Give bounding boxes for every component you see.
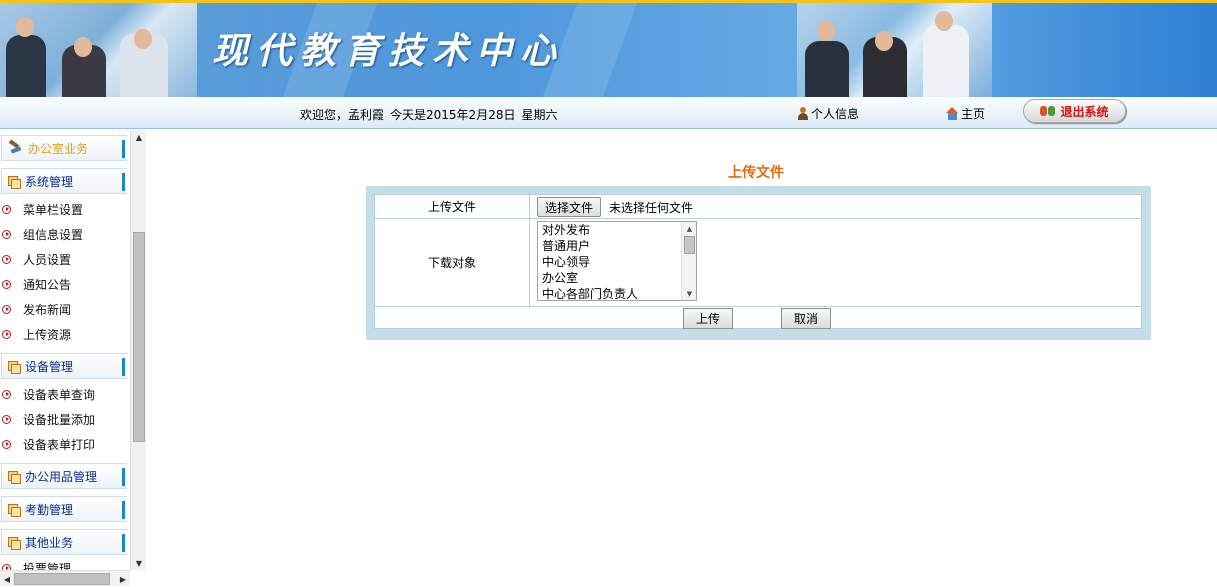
sidebar-horizontal-scrollbar[interactable]: ◀ ▶ [0, 570, 130, 586]
sidebar-section-office[interactable]: 办公室业务 [1, 135, 127, 161]
logout-button[interactable]: 退出系统 [1023, 99, 1126, 123]
folder-icon [8, 536, 21, 550]
target-option[interactable]: 中心各部门负责人 [538, 286, 696, 300]
logout-label: 退出系统 [1060, 104, 1109, 119]
scroll-up-arrow-icon[interactable]: ▲ [131, 130, 146, 144]
target-option[interactable]: 对外发布 [538, 222, 696, 238]
choose-file-button[interactable]: 选择文件 [537, 197, 602, 217]
welcome-text: 欢迎您，孟利霞 今天是2015年2月28日 星期六 [300, 106, 563, 123]
upload-file-row: 上传文件 选择文件 未选择任何文件 [375, 195, 1141, 219]
banner-photo-right [797, 3, 992, 97]
banner-photo-left [0, 3, 197, 97]
action-row: 上传 取消 [375, 307, 1141, 330]
folder-icon [8, 360, 21, 374]
arrow-icon [2, 439, 11, 449]
target-option[interactable]: 办公室 [538, 270, 696, 286]
sidebar-item-upload-resources[interactable]: 上传资源 [2, 324, 71, 344]
download-target-label: 下载对象 [375, 219, 530, 306]
listbox-scroll-up-icon[interactable]: ▲ [682, 222, 696, 235]
folder-icon [8, 470, 21, 484]
users-icon [1040, 105, 1056, 117]
sidebar-item-publish-news[interactable]: 发布新闻 [2, 299, 71, 319]
page-title: 上传文件 [728, 165, 784, 181]
info-bar: 欢迎您，孟利霞 今天是2015年2月28日 星期六 个人信息 主页 退出系统 [0, 97, 1217, 129]
arrow-icon [2, 229, 11, 239]
sidebar-section-attendance[interactable]: 考勤管理 [1, 496, 127, 522]
upload-form-table: 上传文件 选择文件 未选择任何文件 下载对象 对外发布 普通用户 中心领导 办公… [374, 194, 1142, 329]
weekday: 星期六 [521, 108, 558, 122]
arrow-icon [2, 204, 11, 214]
sidebar-vertical-scrollbar[interactable]: ▲ ▼ [130, 130, 146, 570]
download-target-row: 下载对象 对外发布 普通用户 中心领导 办公室 中心各部门负责人 ▲ ▼ [375, 219, 1141, 307]
sidebar-item-device-batch-add[interactable]: 设备批量添加 [2, 409, 95, 429]
sidebar-menu: 办公室业务 系统管理 菜单栏设置 组信息设置 人员设置 通知公告 发布新闻 上传… [0, 130, 130, 570]
sidebar-item-user-settings[interactable]: 人员设置 [2, 249, 71, 269]
sidebar-item-device-query[interactable]: 设备表单查询 [2, 384, 95, 404]
sidebar-item-group-settings[interactable]: 组信息设置 [2, 224, 83, 244]
date-text: 今天是2015年2月28日 [390, 108, 516, 122]
greeting: 欢迎您，孟利霞 [300, 108, 385, 122]
target-option[interactable]: 中心领导 [538, 254, 696, 270]
upload-button[interactable]: 上传 [683, 308, 733, 329]
arrow-icon [2, 279, 11, 289]
arrow-icon [2, 389, 11, 399]
sidebar: 办公室业务 系统管理 菜单栏设置 组信息设置 人员设置 通知公告 发布新闻 上传… [0, 130, 146, 587]
target-option[interactable]: 普通用户 [538, 238, 696, 254]
tools-icon [8, 142, 22, 154]
sidebar-item-device-print[interactable]: 设备表单打印 [2, 434, 95, 454]
sidebar-item-notices[interactable]: 通知公告 [2, 274, 71, 294]
sidebar-section-system[interactable]: 系统管理 [1, 168, 127, 194]
file-status-text: 未选择任何文件 [609, 201, 694, 215]
scroll-down-arrow-icon[interactable]: ▼ [131, 556, 146, 570]
personal-info-link[interactable]: 个人信息 [797, 105, 859, 122]
download-target-listbox[interactable]: 对外发布 普通用户 中心领导 办公室 中心各部门负责人 ▲ ▼ [537, 221, 697, 301]
arrow-icon [2, 254, 11, 264]
listbox-scroll-thumb[interactable] [684, 236, 695, 254]
person-icon [797, 107, 809, 120]
upload-form: 上传文件 选择文件 未选择任何文件 下载对象 对外发布 普通用户 中心领导 办公… [366, 186, 1151, 340]
hscroll-thumb[interactable] [14, 573, 110, 585]
banner-title: 现代教育技术中心 [212, 30, 565, 72]
home-label: 主页 [961, 107, 986, 121]
sidebar-item-menu-settings[interactable]: 菜单栏设置 [2, 199, 83, 219]
sidebar-section-device[interactable]: 设备管理 [1, 353, 127, 379]
personal-info-label: 个人信息 [811, 107, 860, 121]
folder-icon [8, 503, 21, 517]
sidebar-item-voting[interactable]: 投票管理 [2, 558, 71, 570]
home-icon [946, 107, 959, 120]
sidebar-section-supplies[interactable]: 办公用品管理 [1, 463, 127, 489]
listbox-scroll-down-icon[interactable]: ▼ [682, 287, 696, 300]
scroll-thumb[interactable] [133, 232, 145, 442]
banner: 现代教育技术中心 [0, 0, 1217, 97]
arrow-icon [2, 414, 11, 424]
arrow-icon [2, 329, 11, 339]
upload-file-label: 上传文件 [375, 195, 530, 218]
home-link[interactable]: 主页 [946, 105, 985, 122]
sidebar-section-other[interactable]: 其他业务 [1, 529, 127, 555]
listbox-scrollbar[interactable]: ▲ ▼ [681, 222, 696, 300]
folder-icon [8, 175, 21, 189]
cancel-button[interactable]: 取消 [781, 308, 831, 329]
scroll-left-arrow-icon[interactable]: ◀ [0, 571, 14, 587]
scroll-right-arrow-icon[interactable]: ▶ [116, 571, 130, 587]
arrow-icon [2, 304, 11, 314]
